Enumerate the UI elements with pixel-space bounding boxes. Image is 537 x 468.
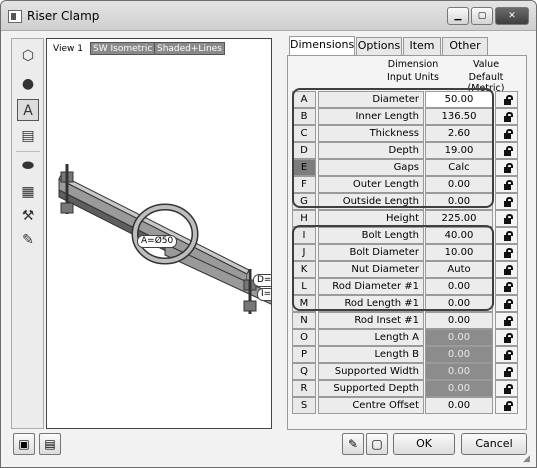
row-letter: O — [292, 329, 316, 346]
table-row[interactable]: Q Supported Width 0.00 — [292, 363, 522, 380]
grid-icon[interactable]: ▦ — [17, 181, 39, 203]
maximize-button[interactable]: ▢ — [471, 7, 493, 25]
minimize-button[interactable]: ▁ — [447, 7, 469, 25]
row-letter: Q — [292, 363, 316, 380]
row-dimension-name: Length B — [318, 346, 424, 363]
dimensions-panel: Dimension Value Input Units Default (Met… — [287, 55, 527, 430]
header-units-label: Input Units — [387, 72, 439, 83]
lock-icon[interactable] — [495, 329, 518, 346]
preview-icon[interactable]: ▣ — [13, 433, 35, 455]
view-toolbar: ⬡ ● A ▤ ⬬ ▦ ⚒ ✎ — [11, 38, 44, 429]
lock-icon[interactable] — [495, 91, 518, 108]
tab-dimensions[interactable]: Dimensions — [289, 36, 355, 55]
row-letter: R — [292, 380, 316, 397]
lock-icon[interactable] — [495, 227, 518, 244]
lock-icon[interactable] — [495, 380, 518, 397]
lock-icon[interactable] — [495, 193, 518, 210]
lock-icon[interactable] — [495, 312, 518, 329]
lock-icon[interactable] — [495, 278, 518, 295]
row-dimension-name: Rod Inset #1 — [318, 312, 424, 329]
row-dimension-name: Supported Width — [318, 363, 424, 380]
cube-icon[interactable]: ⬡ — [17, 45, 39, 67]
table-row[interactable]: S Centre Offset 0.00 — [292, 397, 522, 414]
3d-viewport[interactable]: View 1 SW Isometric Shaded+Lines A=Ø50 D… — [46, 38, 272, 429]
lock-icon[interactable] — [495, 244, 518, 261]
lock-icon[interactable] — [495, 346, 518, 363]
header-value: Value — [472, 59, 500, 70]
lock-icon[interactable] — [495, 176, 518, 193]
properties-icon[interactable]: ▤ — [17, 125, 39, 147]
group-outline-1 — [292, 88, 494, 208]
row-dimension-name: Centre Offset — [318, 397, 424, 414]
lock-icon[interactable] — [495, 363, 518, 380]
lock-icon[interactable] — [495, 108, 518, 125]
table-row[interactable]: O Length A 0.00 — [292, 329, 522, 346]
lock-icon[interactable] — [495, 142, 518, 159]
group-outline-2 — [292, 225, 494, 311]
lock-icon[interactable] — [495, 261, 518, 278]
lock-icon[interactable] — [495, 397, 518, 414]
window-title: Riser Clamp — [27, 9, 100, 23]
lock-icon[interactable] — [495, 125, 518, 142]
depth-label: D=19 — [253, 274, 271, 287]
row-value-field[interactable]: 0.00 — [425, 329, 493, 346]
riser-clamp-model — [58, 164, 271, 314]
title-bar[interactable]: Riser Clamp ▁ ▢ ✕ — [1, 1, 536, 31]
row-value-field[interactable]: 0.00 — [425, 312, 493, 329]
sphere-icon[interactable]: ● — [17, 73, 39, 95]
resize-grip-icon[interactable]: ◢ — [523, 454, 533, 464]
settings-icon[interactable]: ▤ — [39, 433, 61, 455]
header-dimension: Dimension — [387, 59, 439, 70]
row-value-field[interactable]: 0.00 — [425, 380, 493, 397]
cancel-button[interactable]: Cancel — [461, 433, 527, 455]
ok-button[interactable]: OK — [393, 433, 455, 455]
shape-icon[interactable]: ⬬ — [17, 155, 39, 177]
row-value-field[interactable]: 0.00 — [425, 346, 493, 363]
close-button[interactable]: ✕ — [495, 7, 529, 25]
riser-clamp-dialog: Riser Clamp ▁ ▢ ✕ ⬡ ● A ▤ ⬬ ▦ ⚒ ✎ View 1… — [0, 0, 537, 468]
row-letter: N — [292, 312, 316, 329]
lock-icon[interactable] — [495, 159, 518, 176]
length-label: I=40 — [257, 288, 271, 301]
diameter-label: A=Ø50 — [137, 235, 178, 248]
row-letter: P — [292, 346, 316, 363]
table-row[interactable]: P Length B 0.00 — [292, 346, 522, 363]
lock-icon[interactable] — [495, 210, 518, 227]
row-dimension-name: Supported Depth — [318, 380, 424, 397]
row-value-field[interactable]: 0.00 — [425, 397, 493, 414]
hammer-icon[interactable]: ⚒ — [17, 205, 39, 227]
save-view-icon[interactable]: ▢ — [366, 433, 388, 455]
table-row[interactable]: R Supported Depth 0.00 — [292, 380, 522, 397]
lock-icon[interactable] — [495, 295, 518, 312]
table-row[interactable]: N Rod Inset #1 0.00 — [292, 312, 522, 329]
row-letter: S — [292, 397, 316, 414]
brush-icon[interactable]: ✎ — [342, 433, 364, 455]
text-edit-icon[interactable]: ✎ — [17, 229, 39, 251]
tab-options[interactable]: Options — [356, 37, 402, 55]
row-value-field[interactable]: 0.00 — [425, 363, 493, 380]
text-icon[interactable]: A — [17, 99, 39, 121]
tab-item[interactable]: Item — [403, 37, 441, 55]
tab-other[interactable]: Other — [442, 37, 488, 55]
app-icon — [8, 10, 22, 23]
row-dimension-name: Length A — [318, 329, 424, 346]
